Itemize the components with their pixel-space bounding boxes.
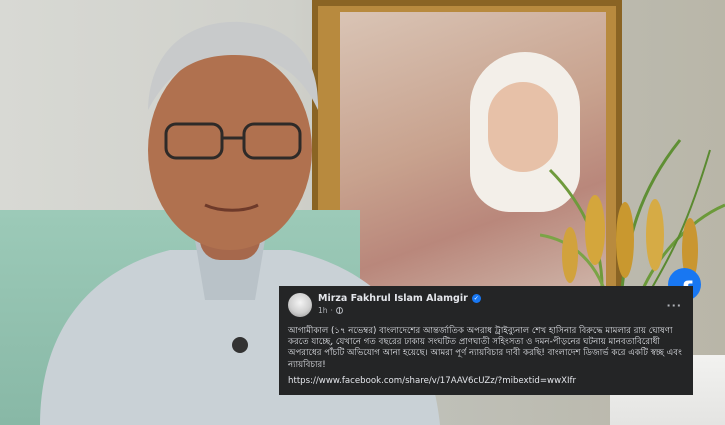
author-name[interactable]: Mirza Fakhrul Islam Alamgir — [318, 293, 468, 304]
post-header: Mirza Fakhrul Islam Alamgir ✓ 1h · ··· — [288, 293, 684, 323]
author-block: Mirza Fakhrul Islam Alamgir ✓ 1h · — [318, 293, 666, 315]
globe-icon — [335, 307, 343, 314]
meta-separator: · — [330, 306, 333, 315]
avatar[interactable] — [288, 293, 312, 317]
verified-badge-icon: ✓ — [471, 294, 481, 303]
post-body: আগামীকাল (১৭ নভেম্বর) বাংলাদেশের আন্তর্জ… — [288, 326, 682, 370]
more-options-icon[interactable]: ··· — [666, 299, 682, 312]
author-row: Mirza Fakhrul Islam Alamgir ✓ — [318, 293, 666, 304]
post-link[interactable]: https://www.facebook.com/share/v/17AAV6c… — [288, 376, 684, 386]
post-meta: 1h · — [318, 306, 666, 315]
post-timestamp[interactable]: 1h — [318, 306, 328, 315]
facebook-post-card: Mirza Fakhrul Islam Alamgir ✓ 1h · ··· আ… — [279, 286, 693, 395]
